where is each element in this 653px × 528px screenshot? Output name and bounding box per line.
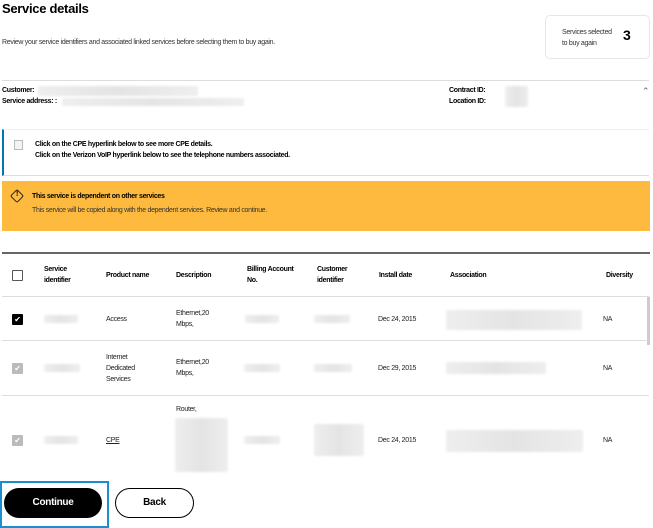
install-date: Dec 24, 2015 [378, 437, 417, 444]
description: Router, [176, 406, 197, 413]
customer-label: Customer: [2, 87, 35, 94]
info-line-2: Click on the Verizon VoIP hyperlink belo… [35, 152, 290, 159]
location-id-label: Location ID: [449, 98, 486, 105]
header-description: Description [176, 272, 212, 279]
page-title: Service details [2, 1, 89, 16]
selected-label-1: Services selected [562, 29, 612, 36]
diversity: NA [603, 365, 613, 372]
info-line-1: Click on the CPE hyperlink below to see … [35, 141, 213, 148]
diversity: NA [603, 316, 613, 323]
selected-label-2: to buy again [562, 40, 597, 47]
product-name: Access [106, 316, 127, 323]
header-billing-account: Billing Account No. [247, 266, 294, 284]
divider [2, 80, 649, 81]
description: Ethernet,20 Mbps, [176, 359, 209, 377]
install-date: Dec 29, 2015 [378, 365, 417, 372]
install-date: Dec 24, 2015 [378, 316, 417, 323]
selected-count: 3 [623, 27, 631, 43]
row-checkbox: ✔ [12, 363, 23, 374]
cpe-link[interactable]: CPE [106, 435, 120, 446]
header-customer-identifier: Customer identifier [317, 266, 348, 284]
warning-banner: ! This service is dependent on other ser… [2, 181, 650, 231]
description: Ethernet,20 Mbps, [176, 310, 209, 328]
select-all-checkbox[interactable] [12, 270, 23, 281]
header-diversity: Diversity [606, 272, 633, 279]
back-button[interactable]: Back [115, 488, 194, 518]
selected-count-card: Services selected to buy again 3 [545, 15, 650, 59]
warning-title: This service is dependent on other servi… [32, 193, 165, 200]
contract-id-label: Contract ID: [449, 87, 486, 94]
chevron-up-icon[interactable]: ⌃ [642, 86, 650, 97]
scrollbar[interactable] [647, 297, 650, 345]
broken-image-icon [14, 140, 23, 150]
header-install-date: Install date [379, 272, 412, 279]
header-association: Association [450, 272, 487, 279]
header-service-identifier: Service identifier [44, 266, 71, 284]
product-name: Internet Dedicated Services [106, 354, 135, 383]
row-checkbox: ✔ [12, 435, 23, 446]
diversity: NA [603, 437, 613, 444]
page-subtitle: Review your service identifiers and asso… [2, 39, 275, 46]
info-notice: Click on the CPE hyperlink below to see … [2, 129, 649, 176]
warning-body: This service will be copied along with t… [32, 207, 268, 214]
row-checkbox[interactable]: ✔ [12, 314, 23, 325]
header-product-name: Product name [106, 272, 150, 279]
continue-button[interactable]: Continue [4, 488, 102, 518]
service-address-label: Service address: : [2, 98, 57, 105]
